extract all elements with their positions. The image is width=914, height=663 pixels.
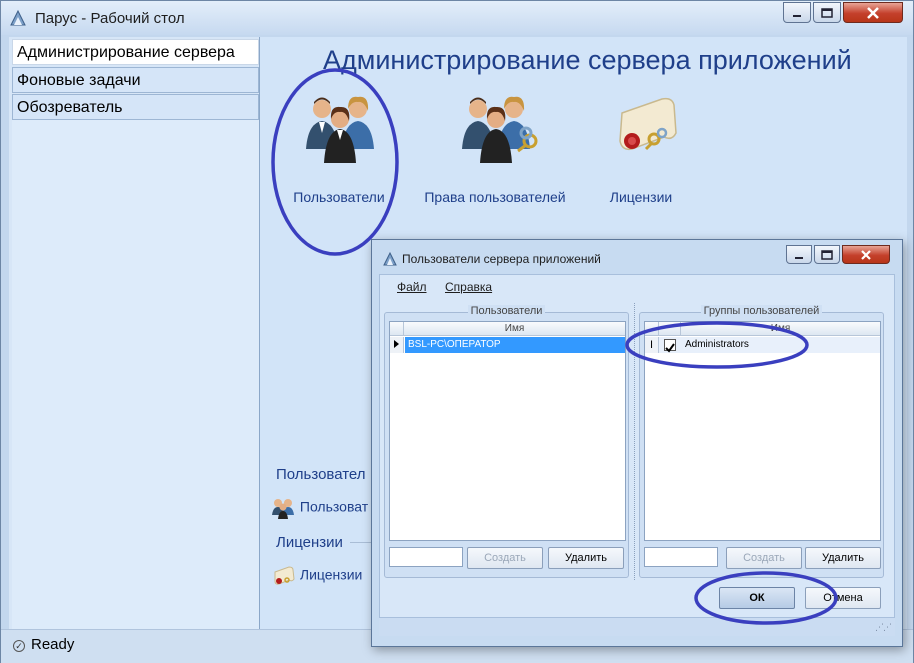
ready-check-icon: ✓: [13, 640, 25, 652]
groups-create-button[interactable]: Создать: [726, 547, 802, 569]
maximize-button[interactable]: [813, 2, 841, 23]
user-name-cell: BSL-PC\ОПЕРАТОР: [408, 339, 501, 350]
group-checkbox[interactable]: [664, 339, 676, 353]
app-icon: [10, 9, 26, 26]
tile-label: Права пользователей: [424, 189, 566, 205]
link-label: Лицензии: [299, 566, 363, 583]
close-icon: [867, 6, 879, 19]
table-row[interactable]: I Administrators: [645, 337, 880, 353]
nav-item-label: Обозреватель: [17, 99, 123, 116]
dialog-minimize-button[interactable]: [786, 245, 812, 264]
users-small-icon: [272, 499, 294, 519]
link-label: Пользоват: [299, 498, 369, 515]
nav-panel: Администрирование сервера Фоновые задачи…: [9, 37, 259, 629]
users-group: Пользователи Имя BSL-PC\ОПЕРАТОР Создать…: [384, 305, 629, 578]
nav-item-background-tasks[interactable]: Фоновые задачи: [12, 67, 259, 93]
minimize-button[interactable]: [783, 2, 811, 23]
minimize-icon: [793, 14, 801, 17]
user-groups-group: Группы пользователей Имя I Administrator…: [639, 305, 884, 578]
row-indicator-header: [390, 322, 404, 336]
tile-user-rights[interactable]: Права пользователей: [420, 93, 570, 213]
tile-label: Пользователи: [293, 189, 385, 205]
dialog-maximize-button[interactable]: [814, 245, 840, 264]
license-icon: [619, 97, 677, 151]
groups-grid[interactable]: Имя I Administrators: [644, 321, 881, 541]
dialog-status-bar: ⋰⋰: [379, 617, 895, 636]
dialog-app-icon: [383, 251, 397, 266]
users-icon: [306, 96, 374, 163]
dialog-close-button[interactable]: [842, 245, 890, 264]
license-small-icon: [274, 566, 295, 585]
groups-delete-button[interactable]: Удалить: [805, 547, 881, 569]
users-grid[interactable]: Имя BSL-PC\ОПЕРАТОР: [389, 321, 626, 541]
link-users[interactable]: Пользоват: [270, 497, 368, 519]
column-header-name[interactable]: Имя: [681, 322, 880, 336]
nav-item-server-admin[interactable]: Администрирование сервера: [12, 39, 259, 65]
nav-item-browser[interactable]: Обозреватель: [12, 94, 259, 120]
section-heading-users: Пользовател: [276, 466, 366, 483]
users-delete-button[interactable]: Удалить: [548, 547, 624, 569]
close-button[interactable]: [843, 2, 903, 23]
users-filter-input[interactable]: [389, 547, 463, 567]
checkmark-icon: [665, 343, 675, 353]
grid-header: Имя: [390, 322, 625, 336]
splitter[interactable]: [634, 303, 635, 580]
group-caption: Группы пользователей: [700, 305, 823, 317]
user-rights-icon: [462, 96, 538, 163]
check-column-header: [659, 322, 681, 336]
nav-item-label: Администрирование сервера: [17, 44, 235, 61]
resize-grip-icon[interactable]: ⋰⋰: [875, 622, 892, 633]
menu-file[interactable]: Файл: [397, 280, 427, 294]
link-licenses[interactable]: Лицензии: [270, 565, 362, 587]
groups-filter-input[interactable]: [644, 547, 718, 567]
section-heading-licenses: Лицензии: [276, 534, 343, 551]
section-divider: [350, 542, 372, 543]
row-indicator: [390, 337, 404, 353]
minimize-icon: [795, 256, 803, 259]
row-indicator-header: [645, 322, 659, 336]
title-bar[interactable]: Парус - Рабочий стол: [1, 1, 913, 35]
column-header-name[interactable]: Имя: [404, 322, 625, 336]
tile-label: Лицензии: [609, 189, 673, 205]
group-name-cell: Administrators: [685, 339, 749, 350]
maximize-icon: [821, 249, 833, 260]
dialog-body: Файл Справка Пользователи Имя BSL-PC\ОПЕ…: [379, 274, 895, 636]
status-text: Ready: [31, 636, 75, 653]
window-title: Парус - Рабочий стол: [35, 10, 185, 27]
row-pointer-icon: [394, 340, 399, 348]
dialog-title: Пользователи сервера приложений: [402, 252, 601, 266]
dialog-menu-bar: Файл Справка: [380, 275, 894, 299]
table-row[interactable]: BSL-PC\ОПЕРАТОР: [390, 337, 625, 353]
cancel-button[interactable]: Отмена: [805, 587, 881, 609]
close-icon: [861, 249, 871, 260]
text-cursor-icon: I: [645, 337, 659, 353]
tile-licenses[interactable]: Лицензии: [566, 93, 716, 213]
menu-help[interactable]: Справка: [445, 280, 492, 294]
tile-users[interactable]: Пользователи: [264, 93, 414, 213]
grid-header: Имя: [645, 322, 880, 336]
ok-button[interactable]: ОК: [719, 587, 795, 609]
users-dialog: Пользователи сервера приложений Файл Спр…: [371, 239, 903, 647]
users-create-button[interactable]: Создать: [467, 547, 543, 569]
nav-empty-area: [12, 120, 259, 629]
page-title: Администрирование сервера приложений: [323, 45, 852, 75]
maximize-icon: [821, 7, 833, 18]
group-caption: Пользователи: [467, 305, 546, 317]
nav-item-label: Фоновые задачи: [17, 72, 141, 89]
